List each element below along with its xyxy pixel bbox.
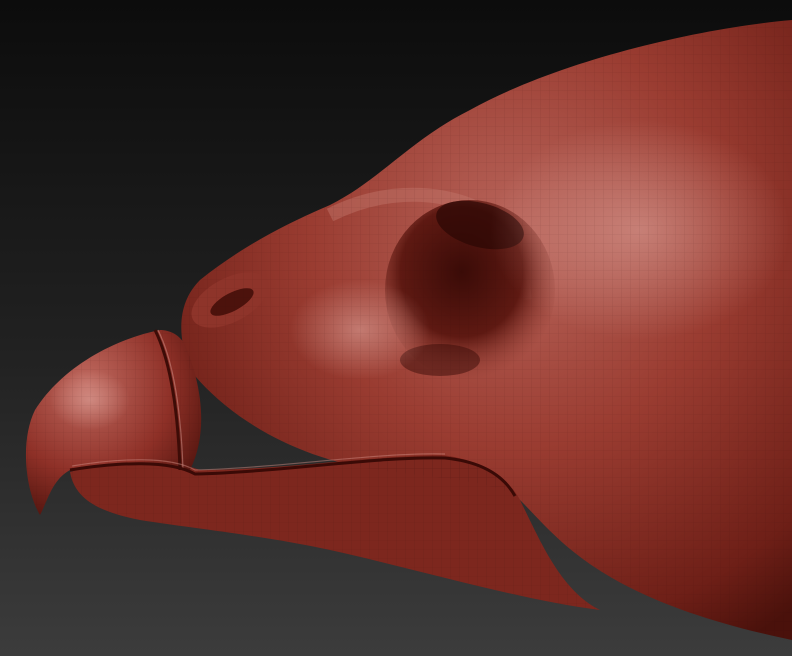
sculpt-viewport[interactable]	[0, 0, 792, 656]
sculpt-canvas[interactable]	[0, 0, 792, 656]
